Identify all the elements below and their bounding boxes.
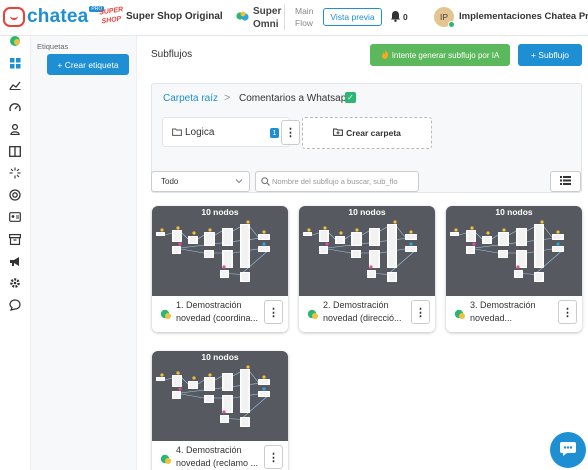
list-icon — [560, 175, 571, 188]
shop-name[interactable]: Super Shop Original — [126, 11, 223, 22]
card-footer: 3. Demostración novedad... ⋮ — [446, 296, 582, 332]
folder-menu-button[interactable]: ⋮ — [281, 120, 300, 145]
subflow-menu-button[interactable]: ⋮ — [264, 300, 283, 324]
whatsapp-icon — [307, 309, 319, 323]
logo-text: chatea — [27, 6, 89, 27]
tags-title: Etiquetas — [37, 42, 69, 51]
omni-name[interactable]: Super Omni — [253, 5, 287, 31]
subflow-title: 4. Demostración novedad (reclamo ... — [176, 445, 259, 468]
archive-icon[interactable] — [7, 231, 23, 247]
breadcrumb-separator: > — [224, 92, 231, 104]
preview-button[interactable]: Vista previa — [323, 8, 382, 26]
search-box — [255, 171, 419, 192]
subflow-card[interactable]: 10 nodos 4. Demostración novedad (reclamo… — [152, 351, 288, 470]
subflow-menu-button[interactable]: ⋮ — [558, 300, 577, 324]
create-folder-label: Crear carpeta — [346, 128, 401, 138]
ai-button-label: Intente generar subflujo por IA — [391, 50, 500, 60]
node-count: 10 nodos — [348, 207, 386, 217]
columns-icon[interactable] — [7, 143, 23, 159]
subflow-menu-button[interactable]: ⋮ — [411, 300, 430, 324]
folder-card[interactable]: Logica 1 ⋮ — [162, 117, 300, 147]
chat-bubble-icon — [559, 441, 577, 460]
subflow-card[interactable]: 10 nodos 1. Demostración novedad (coordin… — [152, 206, 288, 332]
node-count: 10 nodos — [495, 207, 533, 217]
subflow-title: 3. Demostración novedad... — [470, 300, 536, 323]
node-count: 10 nodos — [201, 352, 239, 362]
subflow-menu-button[interactable]: ⋮ — [264, 445, 283, 469]
top-bar: chatea PRO SUPER SHOP Super Shop Origina… — [0, 0, 588, 36]
flow-preview: 10 nodos — [299, 206, 435, 296]
node-count: 10 nodos — [201, 207, 239, 217]
flow-name: Main Flow — [295, 6, 314, 28]
contact-card-icon[interactable] — [7, 209, 23, 225]
company-name[interactable]: Implementaciones Chatea Pro — [459, 11, 588, 22]
folder-count-badge: 1 — [270, 128, 279, 138]
settings-cog-icon[interactable] — [7, 275, 23, 291]
dashboard-grid-icon[interactable] — [7, 55, 23, 71]
whatsapp-icon — [454, 309, 466, 323]
breadcrumb-current: Comentarios a Whatsapp — [239, 93, 352, 104]
chat-bubble-icon[interactable] — [7, 297, 23, 313]
sparkle-icon[interactable] — [7, 165, 23, 181]
page-title: Subflujos — [151, 49, 193, 60]
card-footer: 4. Demostración novedad (reclamo ... ⋮ — [152, 441, 288, 470]
header-divider — [284, 4, 285, 30]
chatea-logo[interactable]: chatea PRO — [3, 6, 105, 28]
search-icon — [261, 177, 270, 189]
notification-count: 0 — [403, 12, 408, 22]
omni-icon — [236, 11, 249, 25]
breadcrumb-root[interactable]: Carpeta raíz — [163, 93, 218, 104]
card-footer: 2. Demostración novedad (direcció... ⋮ — [299, 296, 435, 332]
shop-logo: SUPER SHOP — [98, 6, 124, 26]
check-icon[interactable]: ✓ — [345, 92, 356, 103]
bell-icon[interactable] — [390, 10, 401, 25]
folder-plus-icon — [333, 128, 343, 138]
chatea-logo-mark — [3, 7, 25, 27]
chart-icon[interactable] — [7, 77, 23, 93]
whatsapp-icon — [160, 454, 172, 468]
whatsapp-icon[interactable] — [7, 33, 23, 49]
generate-subflow-ai-button[interactable]: Intente generar subflujo por IA — [370, 44, 510, 66]
card-footer: 1. Demostración novedad (coordina... ⋮ — [152, 296, 288, 332]
subflow-card[interactable]: 10 nodos 2. Demostración novedad (direcci… — [299, 206, 435, 332]
filter-select[interactable]: Todo — [151, 171, 250, 192]
megaphone-icon[interactable] — [7, 253, 23, 269]
online-status-dot — [448, 21, 455, 28]
search-input[interactable] — [272, 174, 416, 189]
filter-selected-value: Todo — [161, 177, 179, 186]
subflow-title: 1. Demostración novedad (coordina... — [176, 300, 259, 323]
user-icon[interactable] — [7, 121, 23, 137]
flow-preview: 10 nodos — [152, 351, 288, 441]
folder-icon — [172, 128, 182, 139]
create-tag-button[interactable]: + Crear etiqueta — [47, 54, 129, 75]
speed-icon[interactable] — [7, 99, 23, 115]
folder-name: Logica — [185, 127, 215, 138]
tags-panel: Etiquetas + Crear etiqueta — [31, 36, 137, 470]
flow-preview: 10 nodos — [152, 206, 288, 296]
main-content: Subflujos Intente generar subflujo por I… — [137, 36, 588, 470]
add-subflow-button[interactable]: + Subflujo — [518, 44, 582, 66]
chevron-down-icon — [235, 177, 243, 187]
icon-rail — [0, 36, 31, 470]
flow-preview: 10 nodos — [446, 206, 582, 296]
whatsapp-icon — [160, 309, 172, 323]
list-view-button[interactable] — [550, 171, 581, 192]
flame-icon — [381, 49, 389, 61]
create-folder-button[interactable]: Crear carpeta — [302, 117, 432, 149]
subflow-card[interactable]: 10 nodos 3. Demostración novedad... ⋮ — [446, 206, 582, 332]
subflow-title: 2. Demostración novedad (direcció... — [323, 300, 402, 323]
support-icon[interactable] — [7, 187, 23, 203]
chat-support-button[interactable] — [550, 432, 586, 468]
